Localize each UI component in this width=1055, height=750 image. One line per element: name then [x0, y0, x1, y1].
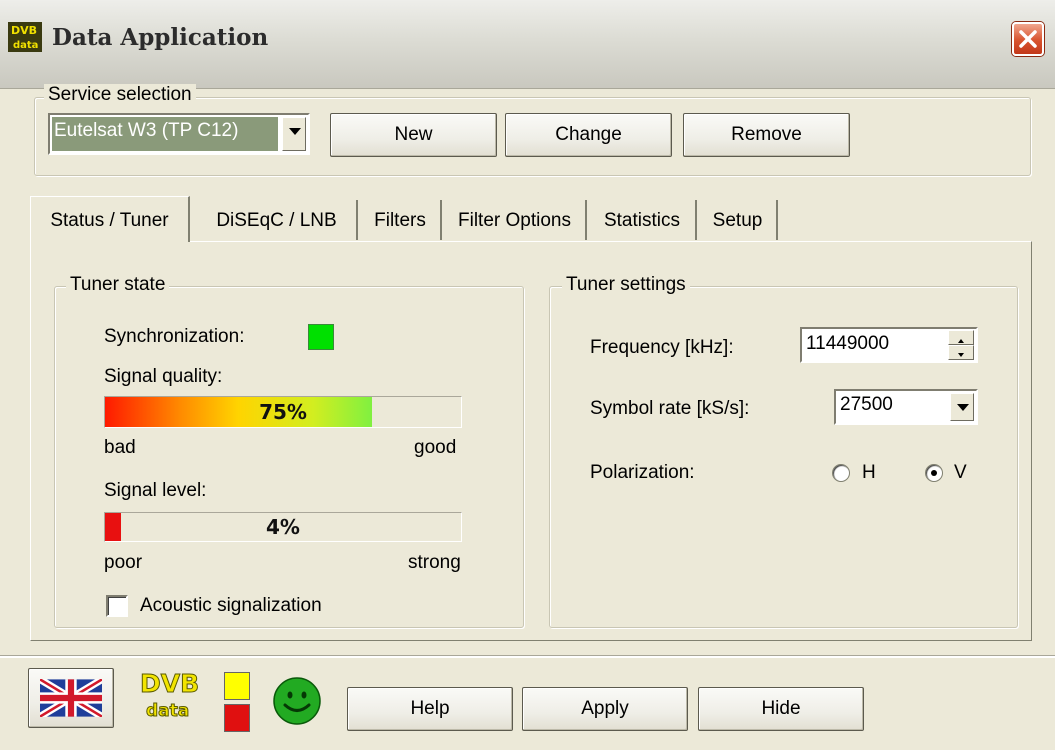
signal-level-label: Signal level:: [104, 480, 207, 501]
quality-good-label: good: [414, 437, 457, 458]
remove-button[interactable]: Remove: [683, 113, 850, 157]
level-poor-label: poor: [104, 552, 143, 573]
svg-text:DVB: DVB: [11, 24, 37, 37]
tuner-state-label: Tuner state: [66, 274, 170, 296]
acoustic-signalization-checkbox[interactable]: [106, 595, 128, 617]
tuner-settings-label: Tuner settings: [562, 274, 690, 296]
close-icon: [1019, 30, 1037, 48]
spin-up-button[interactable]: [948, 330, 974, 345]
signal-quality-label: Signal quality:: [104, 366, 223, 387]
change-button-label: Change: [555, 124, 622, 145]
symbol-rate-combobox[interactable]: 27500: [834, 389, 978, 425]
tab-statistics[interactable]: Statistics: [589, 200, 697, 240]
symbol-rate-label: Symbol rate [kS/s]:: [590, 398, 750, 419]
polarization-h-label: H: [862, 462, 876, 483]
title-bar[interactable]: DVB data Data Application: [0, 0, 1055, 89]
uk-flag-icon: [40, 679, 102, 717]
logo-top-text: DVB: [140, 669, 199, 698]
tab-filters[interactable]: Filters: [360, 200, 442, 240]
hide-button[interactable]: Hide: [698, 687, 864, 731]
new-button-label: New: [394, 124, 433, 145]
tab-label: Setup: [712, 210, 763, 231]
apply-button[interactable]: Apply: [522, 687, 688, 731]
synchronization-label: Synchronization:: [104, 326, 245, 347]
tab-status-tuner[interactable]: Status / Tuner: [30, 196, 190, 242]
status-led-yellow: [224, 672, 250, 700]
remove-button-label: Remove: [731, 124, 802, 145]
symbol-rate-value: 27500: [840, 394, 893, 415]
polarization-v-radio[interactable]: [925, 464, 943, 482]
level-strong-label: strong: [408, 552, 461, 573]
service-selection-label: Service selection: [44, 84, 196, 106]
change-button[interactable]: Change: [505, 113, 672, 157]
tab-label: Status / Tuner: [50, 210, 169, 231]
polarization-v-label: V: [954, 462, 967, 483]
smiley-icon: [272, 676, 322, 726]
service-combobox[interactable]: Eutelsat W3 (TP C12): [48, 113, 310, 155]
help-button-label: Help: [410, 698, 450, 719]
signal-level-percent: 4%: [266, 515, 300, 539]
app-icon: DVB data: [8, 22, 42, 52]
tab-label: Filters: [374, 210, 426, 231]
service-selected-value: Eutelsat W3 (TP C12): [54, 120, 239, 141]
close-button[interactable]: [1012, 22, 1044, 56]
tab-filter-options[interactable]: Filter Options: [444, 200, 587, 240]
dvb-data-logo: DVB data: [134, 666, 204, 722]
caret-down-icon: [958, 353, 964, 357]
window-title: Data Application: [52, 24, 269, 51]
acoustic-signalization-label: Acoustic signalization: [140, 595, 322, 616]
language-button[interactable]: [28, 668, 114, 728]
help-button[interactable]: Help: [347, 687, 513, 731]
frequency-input[interactable]: 11449000: [800, 327, 978, 363]
tab-label: DiSEqC / LNB: [216, 210, 337, 231]
tab-setup[interactable]: Setup: [699, 200, 778, 240]
svg-text:data: data: [13, 40, 38, 51]
logo-bottom-text: data: [146, 701, 189, 721]
tab-label: Filter Options: [458, 210, 571, 231]
apply-button-label: Apply: [581, 698, 629, 719]
new-button[interactable]: New: [330, 113, 497, 157]
bottom-separator: [0, 655, 1055, 658]
chevron-down-icon[interactable]: [282, 117, 306, 151]
polarization-h-radio[interactable]: [832, 464, 850, 482]
hide-button-label: Hide: [761, 698, 801, 719]
spin-down-button[interactable]: [948, 345, 974, 360]
quality-bad-label: bad: [104, 437, 136, 458]
tab-diseqc-lnb[interactable]: DiSEqC / LNB: [197, 200, 358, 240]
signal-quality-bar: 75%: [104, 396, 462, 428]
frequency-label: Frequency [kHz]:: [590, 337, 734, 358]
status-led-red: [224, 704, 250, 732]
frequency-value: 11449000: [806, 333, 890, 354]
polarization-label: Polarization:: [590, 462, 695, 483]
chevron-down-icon[interactable]: [950, 393, 974, 421]
synchronization-indicator: [308, 324, 334, 350]
tab-label: Statistics: [603, 210, 681, 231]
signal-level-bar: 4%: [104, 512, 462, 542]
signal-quality-percent: 75%: [259, 400, 307, 424]
